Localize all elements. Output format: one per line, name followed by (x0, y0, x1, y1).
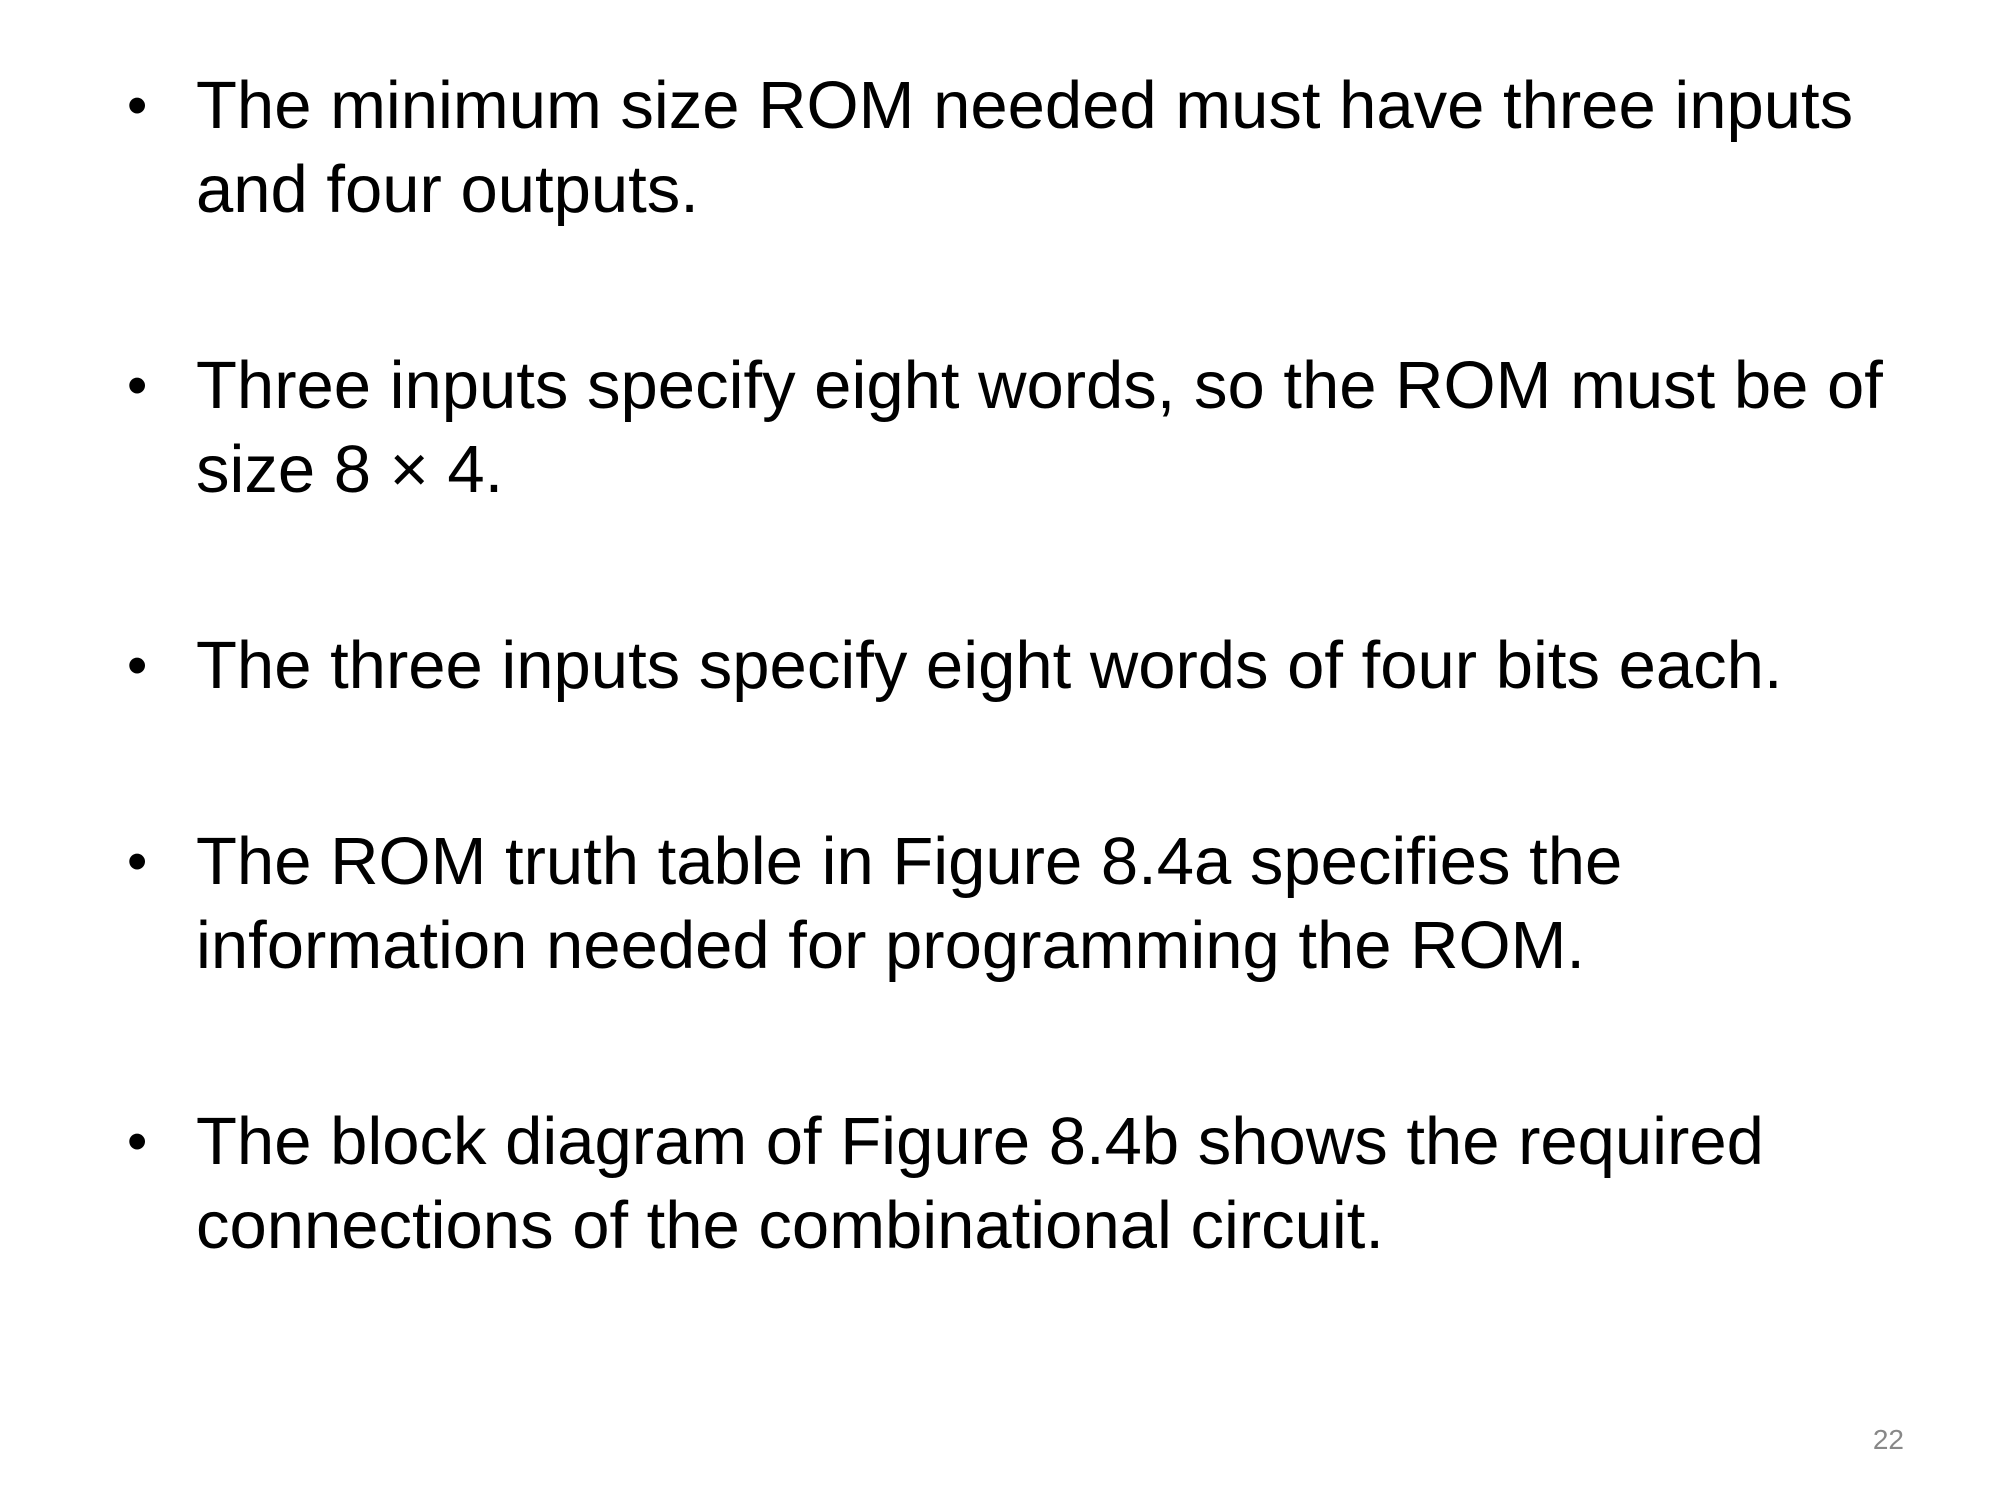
bullet-item: • The block diagram of Figure 8.4b shows… (127, 1100, 1917, 1268)
bullet-item: • The minimum size ROM needed must have … (127, 64, 1917, 232)
bullet-icon: • (127, 73, 148, 138)
page-number: 22 (1872, 1424, 1904, 1455)
bullet-list: • The minimum size ROM needed must have … (127, 64, 1917, 1268)
bullet-text: Three inputs specify eight words, so the… (196, 348, 1883, 507)
bullet-item: • Three inputs specify eight words, so t… (127, 344, 1917, 512)
bullet-icon: • (127, 633, 148, 698)
bullet-icon: • (127, 1109, 148, 1174)
bullet-text: The minimum size ROM needed must have th… (196, 68, 1854, 227)
bullet-text: The block diagram of Figure 8.4b shows t… (196, 1104, 1764, 1263)
bullet-text: The three inputs specify eight words of … (196, 628, 1783, 703)
bullet-item: • The three inputs specify eight words o… (127, 624, 1917, 708)
bullet-icon: • (127, 353, 148, 418)
bullet-text: The ROM truth table in Figure 8.4a speci… (196, 824, 1623, 983)
slide: • The minimum size ROM needed must have … (0, 0, 2000, 1500)
bullet-item: • The ROM truth table in Figure 8.4a spe… (127, 820, 1917, 988)
bullet-icon: • (127, 829, 148, 894)
